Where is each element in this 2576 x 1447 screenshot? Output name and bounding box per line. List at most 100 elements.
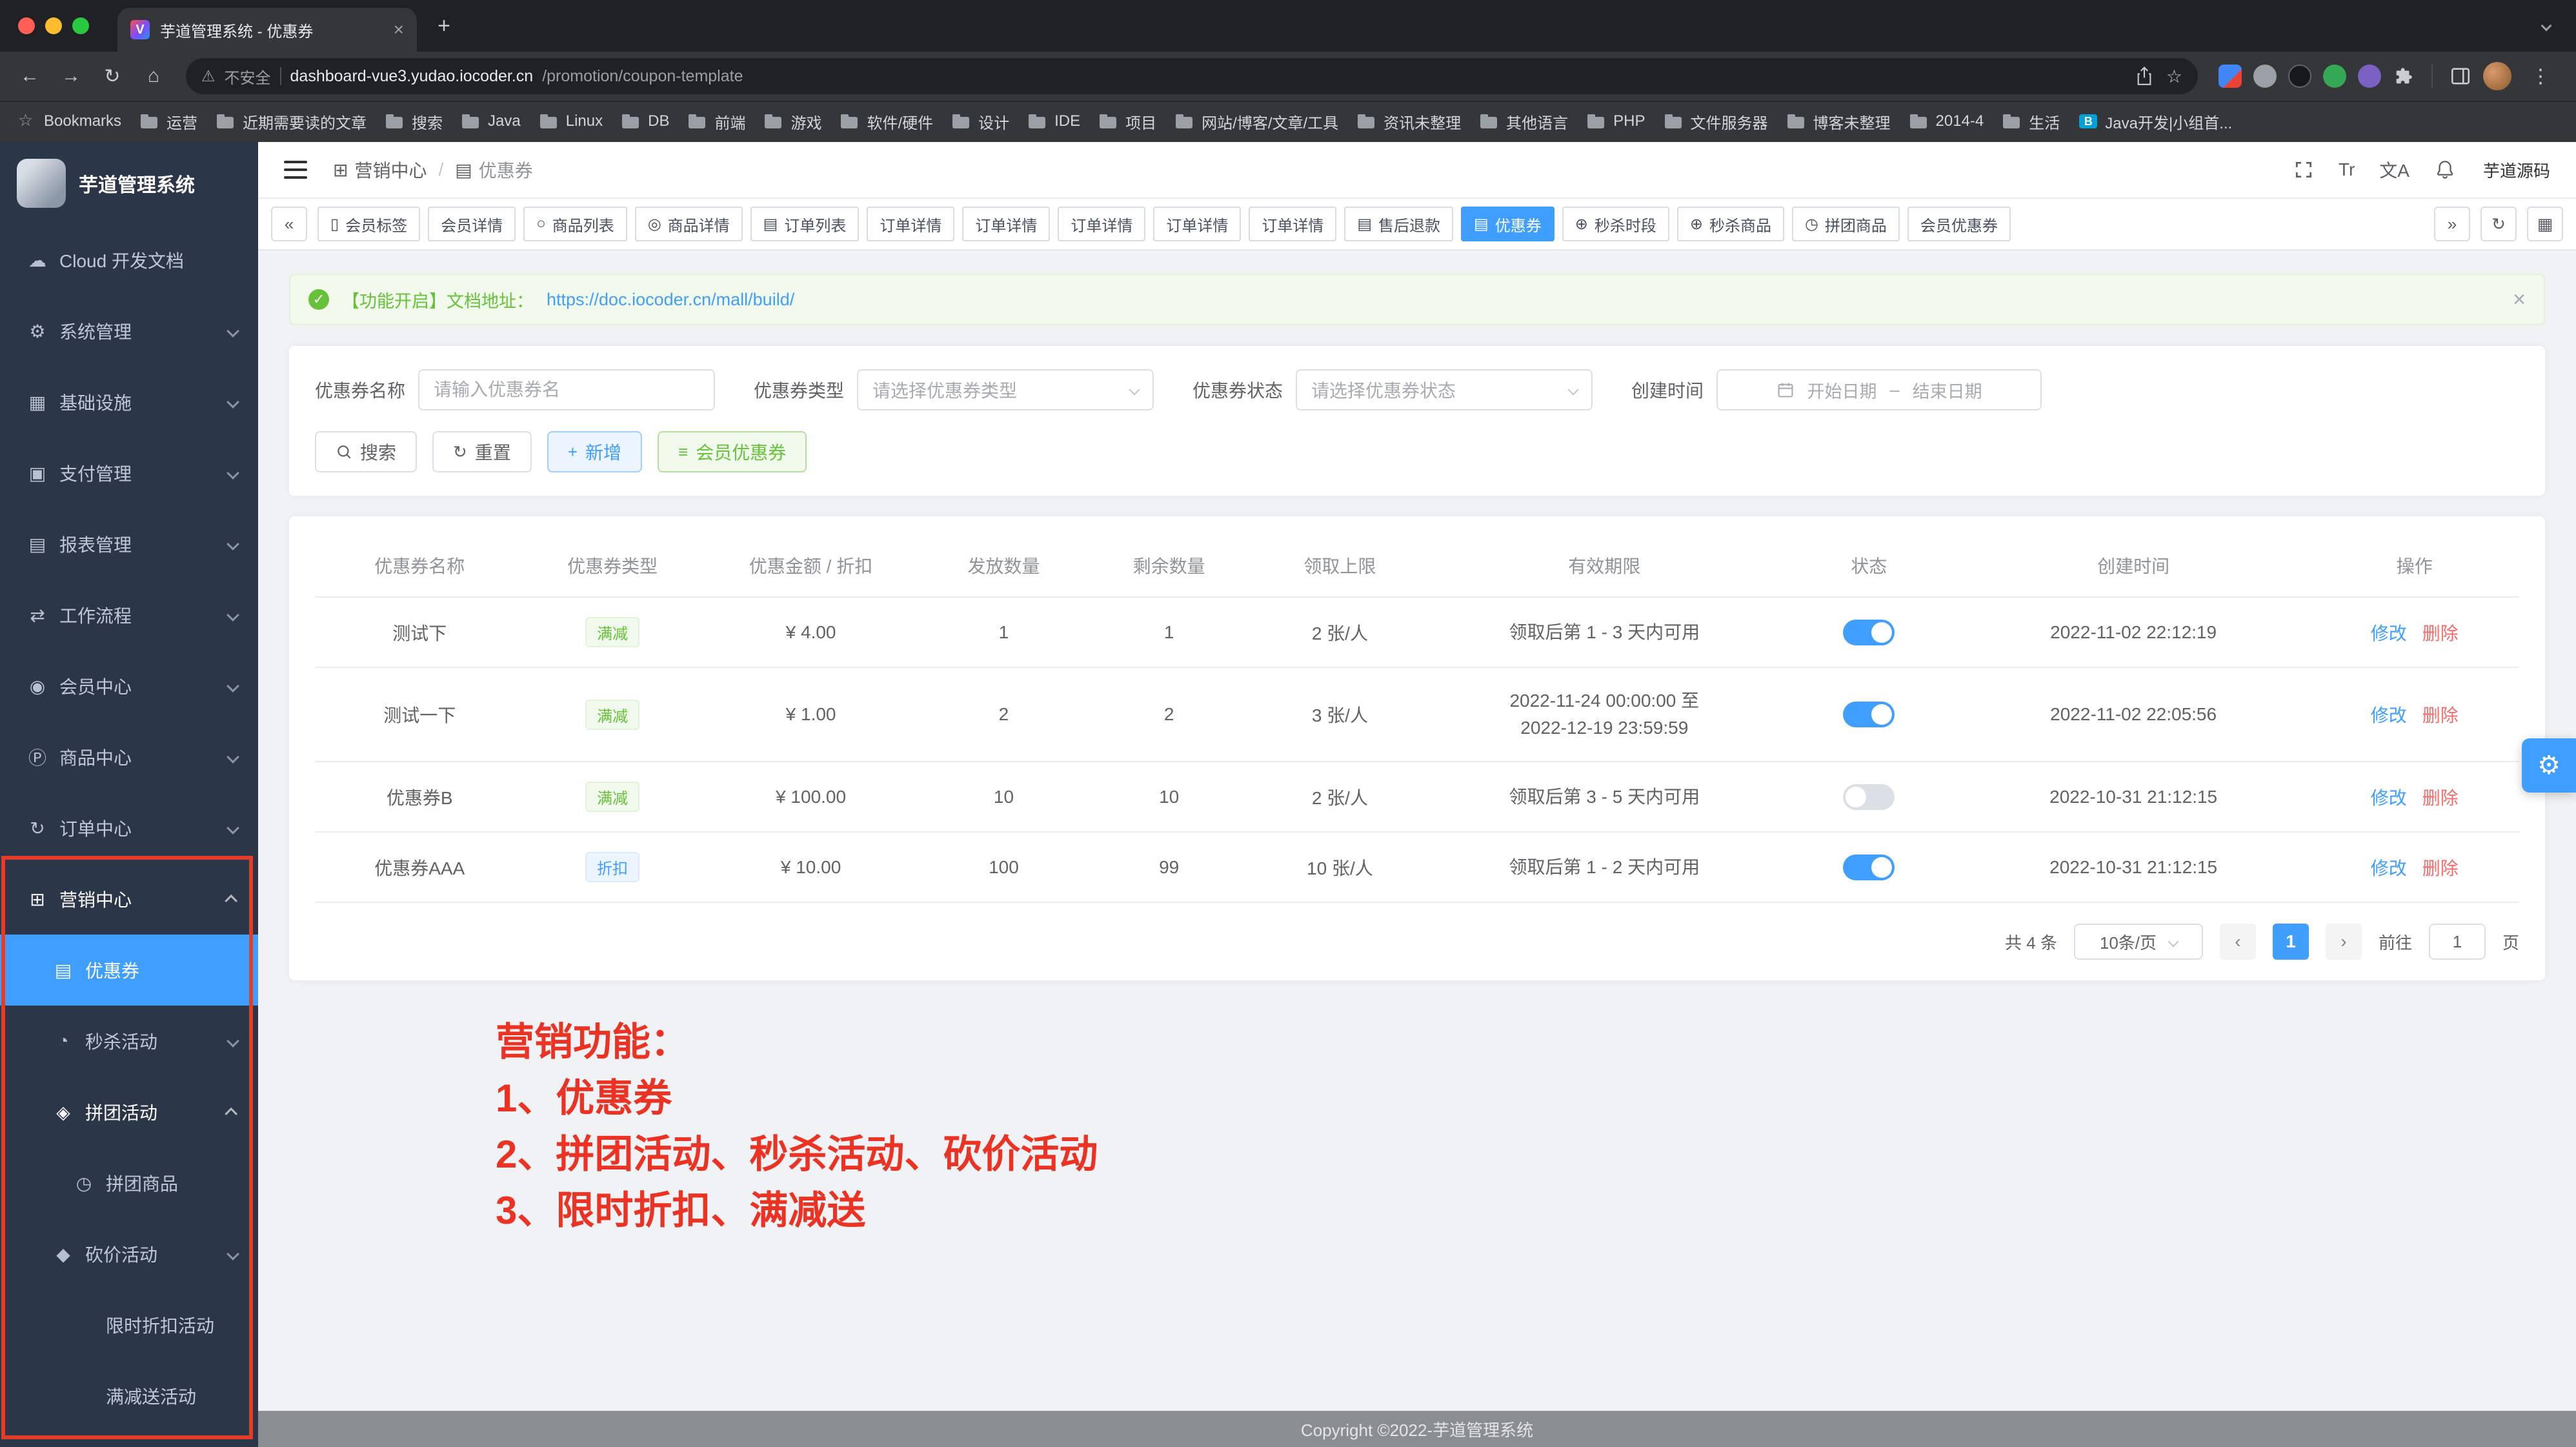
bookmark-item[interactable]: PHP <box>1587 112 1645 130</box>
extensions-puzzle-icon[interactable] <box>2393 65 2415 87</box>
sidebar-item[interactable]: 工作流程 <box>0 580 258 651</box>
bookmark-item[interactable]: 设计 <box>952 110 1009 133</box>
tab-close-icon[interactable]: × <box>394 19 404 40</box>
reload-button[interactable]: ↻ <box>93 57 132 96</box>
bookmark-item[interactable]: Java开发|小组首... <box>2079 110 2232 133</box>
sidebar-item[interactable]: 基础设施 <box>0 367 258 438</box>
sidebar-item[interactable]: 支付管理 <box>0 438 258 509</box>
tags-scroll-right-button[interactable]: » <box>2434 207 2470 241</box>
sidebar-item[interactable]: 限时折扣活动 <box>0 1290 258 1361</box>
new-tab-button[interactable]: + <box>427 9 461 43</box>
share-icon[interactable] <box>2135 66 2153 86</box>
tags-view-tab[interactable]: 订单详情 <box>867 207 954 241</box>
tags-view-tab[interactable]: 秒杀商品 <box>1677 207 1784 241</box>
tags-refresh-button[interactable]: ↻ <box>2480 207 2517 241</box>
coupon-name-input[interactable] <box>418 369 715 410</box>
back-button[interactable]: ← <box>10 57 49 96</box>
bookmark-item[interactable]: IDE <box>1029 112 1080 130</box>
extension-icon-3[interactable] <box>2288 65 2311 88</box>
page-number-button[interactable]: 1 <box>2273 924 2309 960</box>
browser-menu-icon[interactable]: ⋮ <box>2523 65 2558 88</box>
date-range-picker[interactable]: 开始日期 – 结束日期 <box>1716 369 2042 410</box>
tags-view-tab[interactable]: 订单详情 <box>1249 207 1336 241</box>
edit-link[interactable]: 修改 <box>2371 623 2407 643</box>
add-button[interactable]: + 新增 <box>547 431 642 472</box>
sidebar-item[interactable]: 系统管理 <box>0 296 258 367</box>
language-icon[interactable]: 文A <box>2379 157 2410 183</box>
doc-link[interactable]: https://doc.iocoder.cn/mall/build/ <box>547 290 794 310</box>
prev-page-button[interactable]: ‹ <box>2220 924 2256 960</box>
status-toggle[interactable] <box>1843 620 1895 645</box>
extension-icon-4[interactable] <box>2323 65 2346 88</box>
side-panel-icon[interactable] <box>2450 65 2471 87</box>
tags-view-tab[interactable]: 会员详情 <box>428 207 516 241</box>
sidebar-item[interactable]: 拼团活动 <box>0 1077 258 1148</box>
status-toggle[interactable] <box>1843 784 1895 810</box>
edit-link[interactable]: 修改 <box>2371 858 2407 878</box>
delete-link[interactable]: 删除 <box>2422 623 2459 643</box>
home-button[interactable]: ⌂ <box>134 57 173 96</box>
window-zoom-button[interactable] <box>72 17 89 34</box>
bookmark-item[interactable]: 近期需要读的文章 <box>217 110 367 133</box>
sidebar-item[interactable]: 拼团商品 <box>0 1148 258 1219</box>
browser-profile-avatar[interactable] <box>2483 62 2511 90</box>
window-close-button[interactable] <box>18 17 35 34</box>
bookmark-item[interactable]: 软件/硬件 <box>841 110 933 133</box>
bookmark-item[interactable]: Bookmarks <box>18 112 121 130</box>
tags-view-tab[interactable]: 售后退款 <box>1344 207 1453 241</box>
bookmark-item[interactable]: 运营 <box>141 110 197 133</box>
tags-view-tab[interactable]: 会员标签 <box>317 207 420 241</box>
tags-layout-button[interactable]: ▦ <box>2527 207 2563 241</box>
font-size-icon[interactable]: Tr <box>2339 159 2355 180</box>
tags-view-tab[interactable]: 秒杀时段 <box>1562 207 1669 241</box>
bookmark-item[interactable]: 其他语言 <box>1480 110 1568 133</box>
reset-button[interactable]: ↻ 重置 <box>432 431 532 472</box>
tags-view-tab[interactable]: 订单详情 <box>962 207 1050 241</box>
coupon-type-select[interactable]: 请选择优惠券类型 <box>857 369 1154 410</box>
breadcrumb-item[interactable]: 营销中心 <box>333 157 427 183</box>
sidebar-item[interactable]: 营销中心 <box>0 864 258 935</box>
extension-icon-2[interactable] <box>2253 65 2277 88</box>
window-minimize-button[interactable] <box>45 17 62 34</box>
bookmark-item[interactable]: 游戏 <box>765 110 821 133</box>
forward-button[interactable]: → <box>52 57 90 96</box>
sidebar-item[interactable]: Cloud 开发文档 <box>0 225 258 296</box>
tab-search-chevron-icon[interactable] <box>2541 21 2552 32</box>
tags-view-tab[interactable]: 拼团商品 <box>1792 207 1900 241</box>
bookmark-item[interactable]: 资讯未整理 <box>1358 110 1461 133</box>
settings-gear-button[interactable]: ⚙ <box>2522 738 2576 793</box>
member-coupon-button[interactable]: ≡ 会员优惠券 <box>658 431 807 472</box>
tags-view-tab[interactable]: 商品列表 <box>523 207 627 241</box>
sidebar-item[interactable]: 会员中心 <box>0 651 258 722</box>
sidebar-item[interactable]: 优惠券 <box>0 935 258 1006</box>
status-toggle[interactable] <box>1843 702 1895 727</box>
tags-view-tab[interactable]: 优惠券 <box>1461 207 1555 241</box>
bookmark-item[interactable]: Linux <box>540 112 603 130</box>
logo-row[interactable]: 芋道管理系统 <box>0 142 258 225</box>
status-toggle[interactable] <box>1843 855 1895 880</box>
sidebar-item[interactable]: 报表管理 <box>0 509 258 580</box>
banner-close-icon[interactable]: × <box>2513 287 2526 312</box>
tags-view-tab[interactable]: 订单详情 <box>1153 207 1241 241</box>
search-button[interactable]: 搜索 <box>315 431 417 472</box>
bookmark-item[interactable]: 2014-4 <box>1910 112 1984 130</box>
current-user-name[interactable]: 芋道源码 <box>2483 158 2550 182</box>
edit-link[interactable]: 修改 <box>2371 788 2407 808</box>
bookmark-item[interactable]: 生活 <box>2003 110 2060 133</box>
sidebar-item[interactable]: 秒杀活动 <box>0 1006 258 1077</box>
bookmark-item[interactable]: 搜索 <box>386 110 443 133</box>
tags-scroll-left-button[interactable]: « <box>271 207 307 241</box>
page-size-select[interactable]: 10条/页 <box>2074 924 2203 960</box>
next-page-button[interactable]: › <box>2326 924 2362 960</box>
sidebar-item[interactable]: 商品中心 <box>0 722 258 793</box>
tags-view-tab[interactable]: 商品详情 <box>635 207 743 241</box>
delete-link[interactable]: 删除 <box>2422 858 2459 878</box>
notification-bell-icon[interactable] <box>2434 159 2456 181</box>
delete-link[interactable]: 删除 <box>2422 788 2459 808</box>
address-bar[interactable]: ⚠ 不安全 dashboard-vue3.yudao.iocoder.cn /p… <box>186 58 2198 94</box>
coupon-status-select[interactable]: 请选择优惠券状态 <box>1296 369 1593 410</box>
tags-view-tab[interactable]: 订单详情 <box>1058 207 1145 241</box>
sidebar-item[interactable]: 满减送活动 <box>0 1361 258 1432</box>
extension-icon-5[interactable] <box>2358 65 2381 88</box>
bookmark-star-icon[interactable]: ☆ <box>2166 66 2182 87</box>
